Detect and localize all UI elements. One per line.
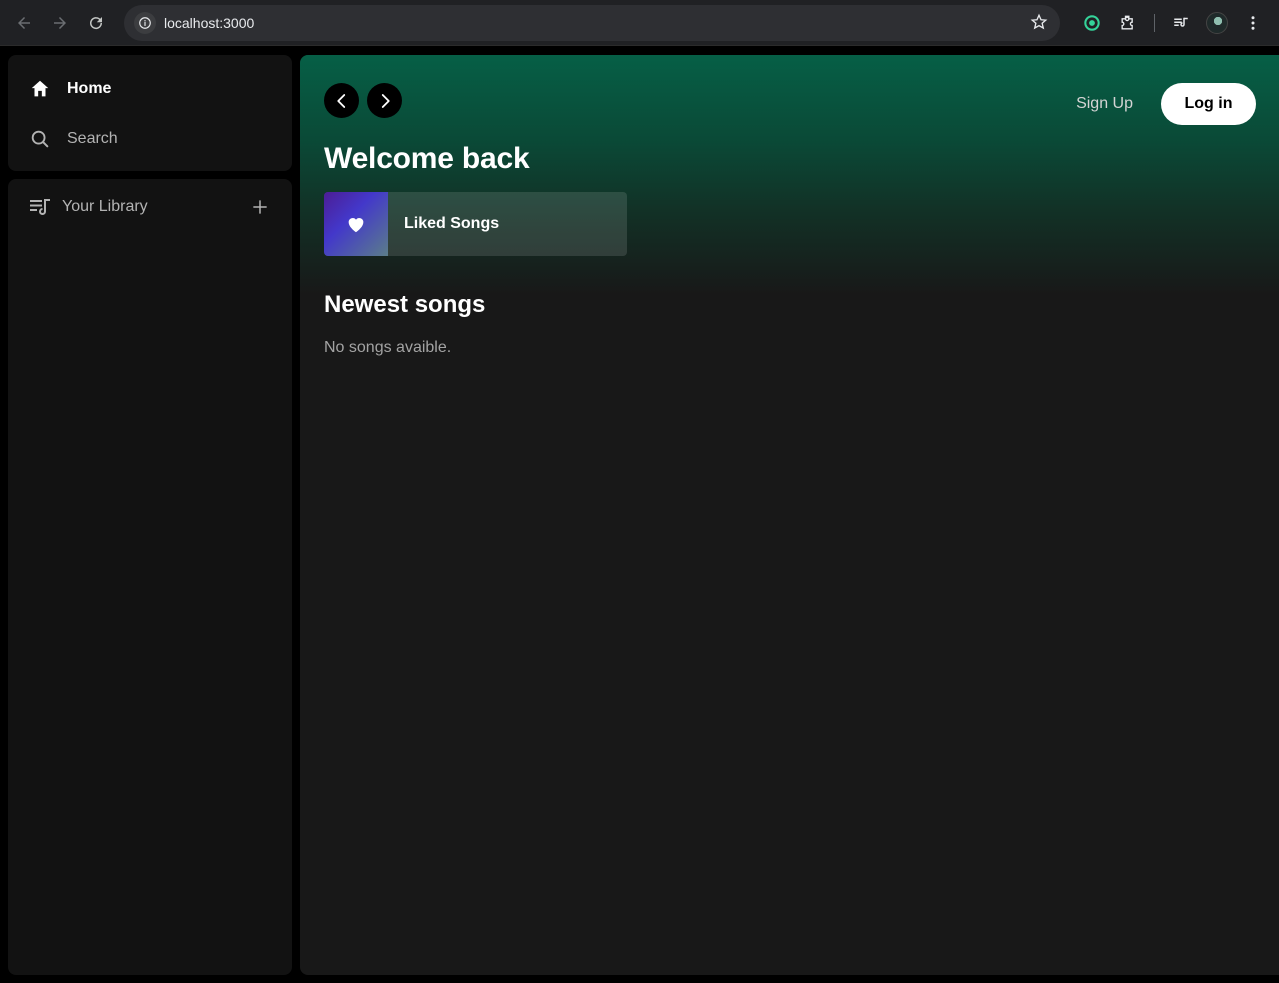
chevron-right-icon — [381, 93, 390, 108]
liked-songs-thumbnail — [324, 192, 388, 256]
auth-buttons: Sign Up Log in — [1076, 83, 1256, 125]
heart-icon — [348, 218, 364, 233]
page-title: Welcome back — [324, 142, 530, 175]
url-text[interactable]: localhost:3000 — [164, 15, 254, 31]
sidebar-item-home[interactable]: Home — [28, 73, 272, 105]
search-icon — [31, 130, 49, 148]
log-in-button[interactable]: Log in — [1161, 83, 1256, 125]
arrow-right-icon — [54, 16, 66, 29]
sidebar: Home Search Your Library — [8, 55, 292, 975]
profile-avatar[interactable] — [1201, 7, 1233, 39]
library-label: Your Library — [62, 198, 148, 215]
more-vert-icon[interactable] — [1237, 7, 1269, 39]
site-info-icon[interactable] — [134, 11, 156, 34]
section-title: Newest songs — [324, 291, 486, 318]
main-content: Sign Up Log in Welcome back Liked Songs … — [300, 55, 1279, 975]
sidebar-item-label: Search — [67, 130, 118, 147]
browser-reload-button[interactable] — [80, 7, 112, 39]
sign-up-button[interactable]: Sign Up — [1076, 95, 1133, 113]
browser-forward-button[interactable] — [44, 7, 76, 39]
library-toggle[interactable]: Your Library — [28, 195, 148, 219]
browser-back-button[interactable] — [8, 7, 40, 39]
browser-toolbar: localhost:3000 — [0, 0, 1279, 46]
chevron-left-icon — [336, 93, 345, 108]
arrow-left-icon — [18, 16, 30, 29]
empty-state-text: No songs avaible. — [324, 339, 452, 356]
extensions-puzzle-icon[interactable] — [1112, 7, 1144, 39]
liked-songs-card[interactable]: Liked Songs — [324, 192, 627, 256]
newest-songs-section: Newest songs No songs avaible. — [300, 291, 1279, 357]
library-icon — [30, 199, 50, 215]
bookmark-star-icon[interactable] — [1030, 13, 1048, 36]
extension-circle-icon[interactable] — [1076, 7, 1108, 39]
add-to-library-button[interactable] — [248, 195, 272, 219]
app-root: Home Search Your Library Sign Up Log in … — [0, 47, 1279, 983]
sidebar-item-search[interactable]: Search — [28, 123, 272, 155]
plus-icon — [253, 200, 267, 214]
toolbar-divider — [1154, 13, 1155, 32]
media-control-icon[interactable] — [1165, 7, 1197, 39]
forward-button[interactable] — [367, 83, 402, 118]
header: Sign Up Log in Welcome back Liked Songs — [300, 55, 1279, 295]
back-button[interactable] — [324, 83, 359, 118]
reload-icon — [90, 16, 103, 29]
address-bar[interactable]: localhost:3000 — [124, 4, 1060, 41]
home-icon — [31, 80, 49, 97]
liked-songs-label: Liked Songs — [404, 215, 500, 232]
library-header: Your Library — [28, 195, 272, 219]
sidebar-nav: Home Search — [8, 55, 292, 171]
library-panel: Your Library — [8, 179, 292, 975]
sidebar-item-label: Home — [67, 80, 112, 97]
